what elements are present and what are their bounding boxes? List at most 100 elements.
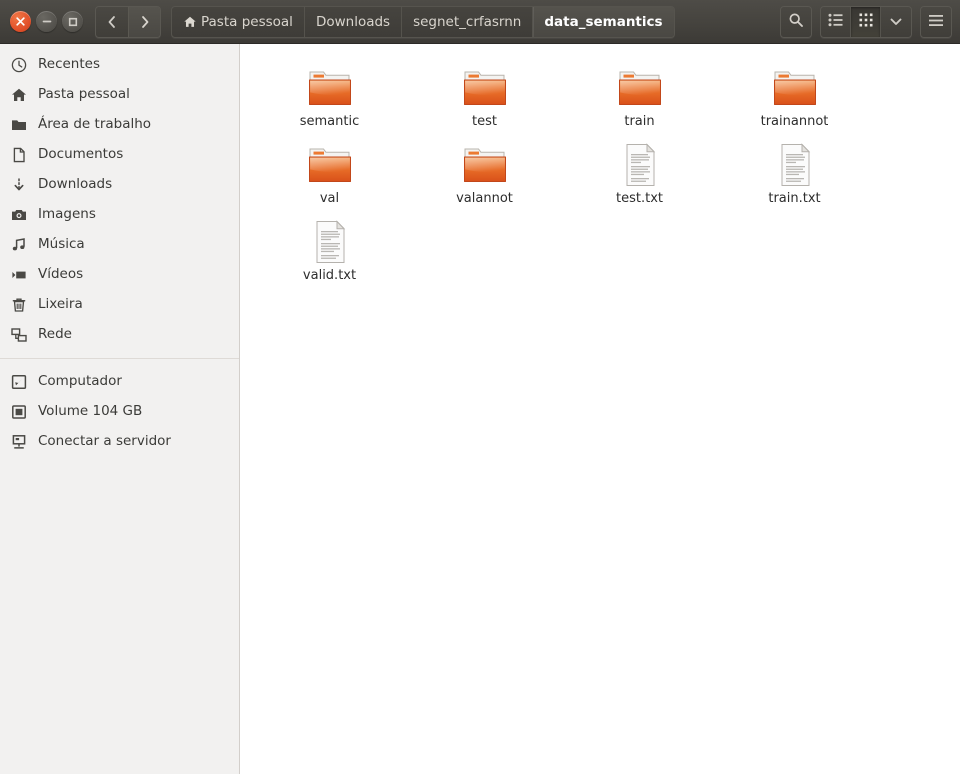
breadcrumb-item-home[interactable]: Pasta pessoal [172, 6, 305, 37]
drive-icon [10, 403, 28, 421]
sidebar-item-label: Música [38, 236, 85, 253]
sidebar-item-videos[interactable]: Vídeos [0, 260, 239, 290]
file-name: semantic [299, 114, 360, 129]
trash-icon [10, 296, 28, 314]
file-item[interactable]: val [252, 135, 407, 212]
search-button-group [780, 5, 812, 38]
sidebar-item-label: Pasta pessoal [38, 86, 130, 103]
text-file-icon [769, 138, 821, 188]
file-item[interactable]: train [562, 58, 717, 135]
sidebar-item-conectar-a-servidor[interactable]: Conectar a servidor [0, 427, 239, 457]
sidebar-item-label: Rede [38, 326, 72, 343]
breadcrumb-label: segnet_crfasrnn [413, 13, 522, 30]
sidebar-item-label: Recentes [38, 56, 100, 73]
file-name: trainannot [760, 114, 829, 129]
network-icon [10, 326, 28, 344]
list-view-button[interactable] [821, 6, 851, 37]
sidebar-item-area-de-trabalho[interactable]: Área de trabalho [0, 110, 239, 140]
camera-icon [10, 206, 28, 224]
folder-icon [614, 61, 666, 111]
computer-icon [10, 373, 28, 391]
sidebar-item-label: Documentos [38, 146, 124, 163]
breadcrumb-item-segnet-crfasrnn[interactable]: segnet_crfasrnn [402, 6, 534, 37]
folder-icon [304, 138, 356, 188]
sidebar-item-label: Imagens [38, 206, 96, 223]
window-controls [8, 11, 83, 32]
sidebar-item-computador[interactable]: Computador [0, 367, 239, 397]
home-icon [10, 86, 28, 104]
maximize-window-button[interactable] [62, 11, 83, 32]
grid-filler [872, 58, 960, 135]
main-menu-button[interactable] [921, 6, 951, 37]
home-icon [183, 15, 197, 29]
navigation-buttons [95, 5, 161, 38]
list-view-icon [828, 12, 844, 31]
toolbar-right [780, 5, 952, 38]
sidebar-item-recentes[interactable]: Recentes [0, 50, 239, 80]
clock-icon [10, 56, 28, 74]
file-name: valannot [456, 191, 513, 206]
folder-icon [459, 138, 511, 188]
folder-icon [10, 116, 28, 134]
sidebar-item-label: Computador [38, 373, 122, 390]
hamburger-menu-icon [928, 12, 944, 31]
file-item[interactable]: semantic [252, 58, 407, 135]
file-list-view[interactable]: semantic test train trainannot val valan… [240, 44, 960, 774]
sidebar-item-label: Downloads [38, 176, 113, 193]
file-manager-window: Pasta pessoal Downloads segnet_crfasrnn … [0, 0, 960, 774]
menu-button-group [920, 5, 952, 38]
sidebar-item-label: Conectar a servidor [38, 433, 171, 450]
breadcrumb-label: Pasta pessoal [201, 13, 293, 30]
download-icon [10, 176, 28, 194]
view-mode-group [820, 5, 912, 38]
breadcrumb-item-data-semantics[interactable]: data_semantics [533, 6, 674, 37]
file-name: test [472, 114, 497, 129]
sidebar-item-documentos[interactable]: Documentos [0, 140, 239, 170]
file-name: valid.txt [302, 268, 357, 283]
sidebar-item-imagens[interactable]: Imagens [0, 200, 239, 230]
sidebar-item-label: Vídeos [38, 266, 84, 283]
grid-view-icon [859, 12, 873, 31]
breadcrumb-label: Downloads [315, 13, 391, 30]
folder-icon [304, 61, 356, 111]
folder-icon [459, 61, 511, 111]
breadcrumb-item-downloads[interactable]: Downloads [305, 6, 403, 37]
breadcrumb: Pasta pessoal Downloads segnet_crfasrnn … [171, 5, 675, 38]
close-window-button[interactable] [10, 11, 31, 32]
file-name: test.txt [616, 191, 663, 206]
file-name: val [319, 191, 340, 206]
icon-grid: semantic test train trainannot val valan… [240, 44, 960, 289]
sidebar-item-musica[interactable]: Música [0, 230, 239, 260]
sidebar-item-downloads[interactable]: Downloads [0, 170, 239, 200]
forward-button[interactable] [128, 6, 160, 37]
sidebar-item-lixeira[interactable]: Lixeira [0, 290, 239, 320]
sidebar-item-label: Área de trabalho [38, 116, 152, 133]
video-icon [10, 266, 28, 284]
sidebar-item-label: Lixeira [38, 296, 83, 313]
back-button[interactable] [96, 6, 128, 37]
sidebar-item-label: Volume 104 GB [38, 403, 143, 420]
sidebar-item-rede[interactable]: Rede [0, 320, 239, 350]
music-note-icon [10, 236, 28, 254]
sidebar-item-pasta-pessoal[interactable]: Pasta pessoal [0, 80, 239, 110]
grid-view-button[interactable] [851, 6, 881, 37]
minimize-window-button[interactable] [36, 11, 57, 32]
file-item[interactable]: test.txt [562, 135, 717, 212]
folder-icon [769, 61, 821, 111]
text-file-icon [304, 215, 356, 265]
file-item[interactable]: trainannot [717, 58, 872, 135]
file-item[interactable]: test [407, 58, 562, 135]
chevron-down-icon [889, 12, 903, 31]
search-icon [788, 12, 804, 32]
server-connect-icon [10, 433, 28, 451]
sidebar-item-volume[interactable]: Volume 104 GB [0, 397, 239, 427]
file-item[interactable]: valid.txt [252, 212, 407, 289]
file-name: train [624, 114, 655, 129]
file-item[interactable]: valannot [407, 135, 562, 212]
document-icon [10, 146, 28, 164]
view-options-button[interactable] [881, 6, 911, 37]
sidebar: Recentes Pasta pessoal Área de trabalho … [0, 44, 240, 774]
search-button[interactable] [781, 6, 811, 37]
window-body: Recentes Pasta pessoal Área de trabalho … [0, 44, 960, 774]
file-item[interactable]: train.txt [717, 135, 872, 212]
